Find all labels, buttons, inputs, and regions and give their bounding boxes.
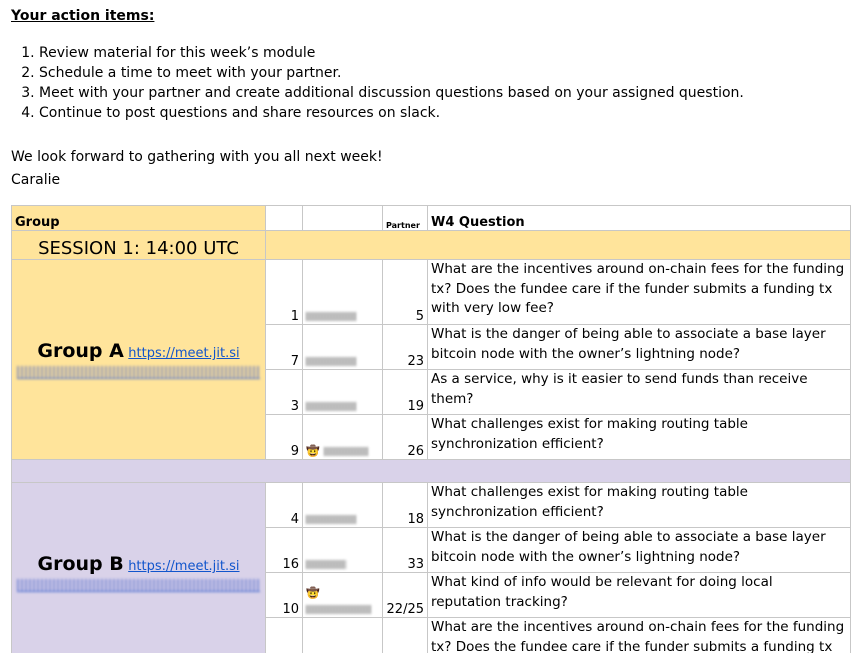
list-item: Meet with your partner and create additi… [39, 83, 744, 103]
redacted-name [306, 514, 356, 524]
session-row: SESSION 1: 14:00 UTC [11, 230, 851, 260]
group-name: Group B [37, 553, 124, 575]
member-number: 10 [265, 572, 303, 618]
partner-number: 22/25 [382, 572, 428, 618]
list-item: Schedule a time to meet with your partne… [39, 63, 744, 83]
partner-number: 33 [382, 527, 428, 573]
member-name [302, 324, 383, 370]
redacted-name [324, 446, 369, 456]
list-item: Continue to post questions and share res… [39, 103, 744, 123]
schedule-table: Group Partner W4 Question SESSION 1: 14:… [11, 205, 851, 653]
member-name [302, 369, 383, 415]
group-spacer-row [11, 459, 851, 483]
redacted-link[interactable] [17, 579, 260, 592]
cowboy-emoji-icon: 🤠 [306, 586, 320, 600]
partner-number: 26 [382, 414, 428, 460]
partner-number: 19 [382, 369, 428, 415]
action-items-heading: Your action items: [11, 8, 155, 24]
table-row: Group B https://meet.jit.si 4 18 What ch… [11, 482, 851, 653]
member-number: 4 [265, 482, 303, 528]
header-empty [265, 205, 303, 231]
member-number: 3 [265, 369, 303, 415]
question: What challenges exist for making routing… [427, 482, 851, 528]
header-group: Group [11, 205, 266, 231]
redacted-name [306, 356, 356, 366]
closing-line: We look forward to gathering with you al… [11, 149, 383, 165]
partner-number: 23 [382, 324, 428, 370]
header-empty [302, 205, 383, 231]
group-name: Group A [37, 340, 124, 362]
redacted-name [306, 604, 372, 614]
question: What is the danger of being able to asso… [427, 527, 851, 573]
partner-number [382, 617, 428, 653]
header-question: W4 Question [427, 205, 851, 231]
list-item: Review material for this week’s module [39, 43, 744, 63]
spacer-cell [11, 459, 851, 483]
question: What kind of info would be relevant for … [427, 572, 851, 618]
table-header-row: Group Partner W4 Question [11, 205, 851, 231]
redacted-name [306, 311, 356, 321]
redacted-name [306, 559, 346, 569]
table-row: Group A https://meet.jit.si 1 5 What are… [11, 259, 851, 460]
signature: Caralie [11, 172, 61, 188]
partner-number: 5 [382, 259, 428, 325]
member-name [302, 482, 383, 528]
session-fill [265, 230, 851, 260]
question: As a service, why is it easier to send f… [427, 369, 851, 415]
member-number: 9 [265, 414, 303, 460]
member-name: 🤠 [302, 414, 383, 460]
group-a-cell: Group A https://meet.jit.si [11, 259, 266, 460]
member-name: 🤠 [302, 572, 383, 618]
redacted-link[interactable] [17, 366, 260, 379]
partner-number: 18 [382, 482, 428, 528]
question: What are the incentives around on-chain … [427, 259, 851, 325]
member-name [302, 617, 383, 653]
question: What are the incentives around on-chain … [427, 617, 851, 653]
member-number: 1 [265, 259, 303, 325]
redacted-name [306, 401, 356, 411]
meet-link[interactable]: https://meet.jit.si [128, 346, 239, 361]
session-title: SESSION 1: 14:00 UTC [11, 230, 266, 260]
email-body: Your action items: Review material for t… [0, 0, 863, 653]
question: What challenges exist for making routing… [427, 414, 851, 460]
member-number [265, 617, 303, 653]
action-items-list: Review material for this week’s module S… [0, 43, 744, 123]
group-b-cell: Group B https://meet.jit.si [11, 482, 266, 653]
header-partner: Partner [382, 205, 428, 231]
cowboy-emoji-icon: 🤠 [306, 444, 320, 458]
member-number: 16 [265, 527, 303, 573]
meet-link[interactable]: https://meet.jit.si [128, 559, 239, 574]
member-name [302, 259, 383, 325]
member-name [302, 527, 383, 573]
member-number: 7 [265, 324, 303, 370]
question: What is the danger of being able to asso… [427, 324, 851, 370]
